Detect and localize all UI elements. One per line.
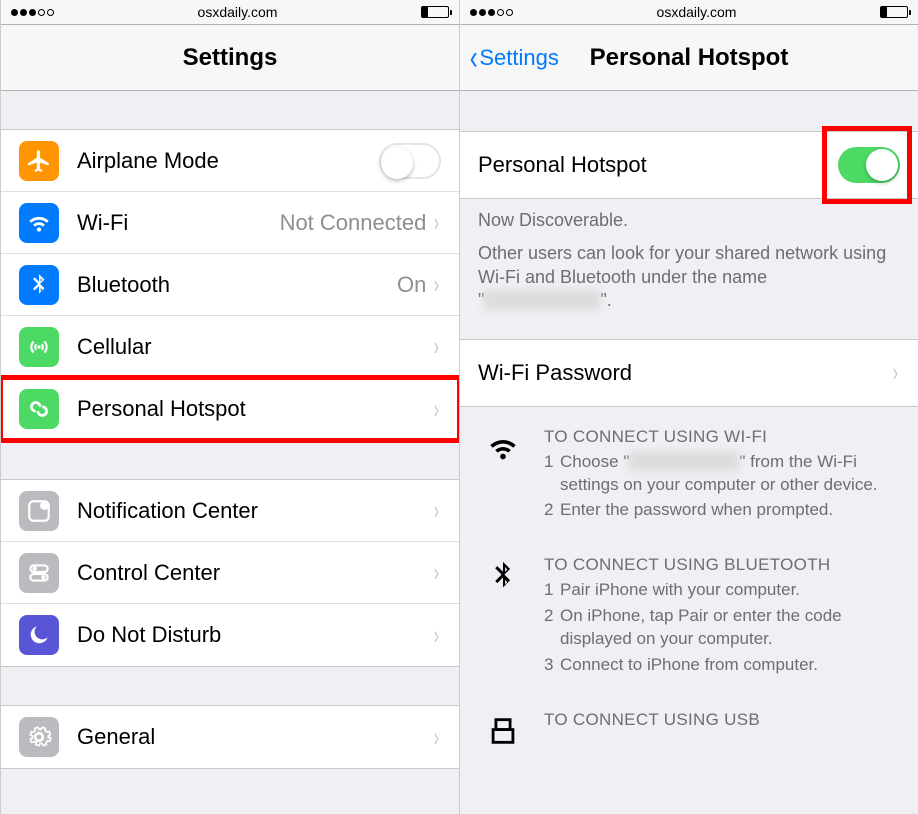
usb-icon bbox=[480, 710, 526, 748]
row-wifi-password[interactable]: Wi-Fi Password › bbox=[460, 340, 918, 406]
status-bar: osxdaily.com bbox=[1, 0, 459, 25]
row-hotspot-toggle[interactable]: Personal Hotspot bbox=[460, 132, 918, 198]
row-label: Cellular bbox=[77, 334, 432, 360]
chevron-left-icon: ‹ bbox=[470, 41, 478, 75]
instructions-wifi: TO CONNECT USING WI-FI Choose "xxxxxxxxx… bbox=[460, 407, 918, 536]
instruction-step: Connect to iPhone from computer. bbox=[544, 654, 900, 677]
back-button[interactable]: ‹ Settings bbox=[468, 41, 559, 75]
chevron-right-icon: › bbox=[434, 722, 439, 753]
instruction-title: TO CONNECT USING USB bbox=[544, 710, 760, 730]
battery-icon bbox=[880, 6, 908, 18]
hotspot-icon bbox=[19, 389, 59, 429]
status-domain: osxdaily.com bbox=[657, 4, 737, 20]
row-personal-hotspot[interactable]: Personal Hotspot › bbox=[1, 378, 459, 440]
notification-center-icon bbox=[19, 491, 59, 531]
airplane-toggle[interactable] bbox=[379, 143, 441, 179]
page-title: Personal Hotspot bbox=[590, 44, 789, 72]
hotspot-toggle-block: Personal Hotspot bbox=[460, 131, 918, 199]
personal-hotspot-panel: osxdaily.com ‹ Settings Personal Hotspot… bbox=[459, 0, 918, 814]
instruction-step: Enter the password when prompted. bbox=[544, 499, 900, 522]
row-do-not-disturb[interactable]: Do Not Disturb › bbox=[1, 604, 459, 666]
redacted-name: xxxxxxxxxxxx bbox=[484, 290, 600, 310]
airplane-icon bbox=[19, 141, 59, 181]
row-label: Bluetooth bbox=[77, 272, 397, 298]
cellular-icon bbox=[19, 327, 59, 367]
row-label: General bbox=[77, 724, 432, 750]
settings-root-panel: osxdaily.com Settings Airplane Mode Wi-F… bbox=[0, 0, 459, 814]
row-bluetooth[interactable]: Bluetooth On › bbox=[1, 254, 459, 316]
chevron-right-icon: › bbox=[434, 620, 439, 651]
settings-group-2: Notification Center › Control Center › D… bbox=[1, 479, 459, 667]
settings-group-3: General › bbox=[1, 705, 459, 769]
status-bar: osxdaily.com bbox=[460, 0, 918, 25]
wifi-icon bbox=[480, 427, 526, 526]
chevron-right-icon: › bbox=[893, 357, 898, 388]
redacted-name: xxxxxxxxxxxx bbox=[629, 452, 739, 471]
row-detail: On bbox=[397, 272, 426, 298]
hotspot-toggle[interactable] bbox=[838, 147, 900, 183]
row-label: Personal Hotspot bbox=[77, 396, 432, 422]
row-label: Wi-Fi bbox=[77, 210, 280, 236]
back-label: Settings bbox=[479, 45, 559, 71]
row-general[interactable]: General › bbox=[1, 706, 459, 768]
discoverable-detail: Other users can look for your shared net… bbox=[460, 232, 918, 312]
wifi-icon bbox=[19, 203, 59, 243]
row-label: Wi-Fi Password bbox=[478, 360, 891, 386]
row-notification-center[interactable]: Notification Center › bbox=[1, 480, 459, 542]
chevron-right-icon: › bbox=[434, 207, 439, 238]
settings-group-1: Airplane Mode Wi-Fi Not Connected › Blue… bbox=[1, 129, 459, 441]
chevron-right-icon: › bbox=[434, 394, 439, 425]
nav-bar: Settings bbox=[1, 25, 459, 91]
do-not-disturb-icon bbox=[19, 615, 59, 655]
wifi-password-block: Wi-Fi Password › bbox=[460, 339, 918, 407]
row-label: Do Not Disturb bbox=[77, 622, 432, 648]
bluetooth-icon bbox=[480, 555, 526, 680]
row-control-center[interactable]: Control Center › bbox=[1, 542, 459, 604]
discoverable-text: Now Discoverable. bbox=[460, 199, 918, 232]
control-center-icon bbox=[19, 553, 59, 593]
instruction-step: Choose "xxxxxxxxxxxx" from the Wi-Fi set… bbox=[544, 451, 900, 497]
instruction-step: Pair iPhone with your computer. bbox=[544, 579, 900, 602]
page-title: Settings bbox=[183, 44, 278, 72]
battery-icon bbox=[421, 6, 449, 18]
row-label: Control Center bbox=[77, 560, 432, 586]
row-detail: Not Connected bbox=[280, 210, 427, 236]
instruction-title: TO CONNECT USING BLUETOOTH bbox=[544, 555, 900, 575]
chevron-right-icon: › bbox=[434, 557, 439, 588]
signal-dots-icon bbox=[470, 9, 513, 16]
bluetooth-icon bbox=[19, 265, 59, 305]
row-airplane-mode[interactable]: Airplane Mode bbox=[1, 130, 459, 192]
row-cellular[interactable]: Cellular › bbox=[1, 316, 459, 378]
instruction-step: On iPhone, tap Pair or enter the code di… bbox=[544, 605, 900, 651]
status-domain: osxdaily.com bbox=[198, 4, 278, 20]
row-wifi[interactable]: Wi-Fi Not Connected › bbox=[1, 192, 459, 254]
nav-bar: ‹ Settings Personal Hotspot bbox=[460, 25, 918, 91]
chevron-right-icon: › bbox=[434, 269, 439, 300]
instructions-usb: TO CONNECT USING USB bbox=[460, 690, 918, 748]
signal-dots-icon bbox=[11, 9, 54, 16]
chevron-right-icon: › bbox=[434, 495, 439, 526]
row-label: Airplane Mode bbox=[77, 148, 379, 174]
chevron-right-icon: › bbox=[434, 331, 439, 362]
row-label: Notification Center bbox=[77, 498, 432, 524]
gear-icon bbox=[19, 717, 59, 757]
instructions-bluetooth: TO CONNECT USING BLUETOOTH Pair iPhone w… bbox=[460, 535, 918, 690]
row-label: Personal Hotspot bbox=[478, 152, 838, 178]
instruction-title: TO CONNECT USING WI-FI bbox=[544, 427, 900, 447]
